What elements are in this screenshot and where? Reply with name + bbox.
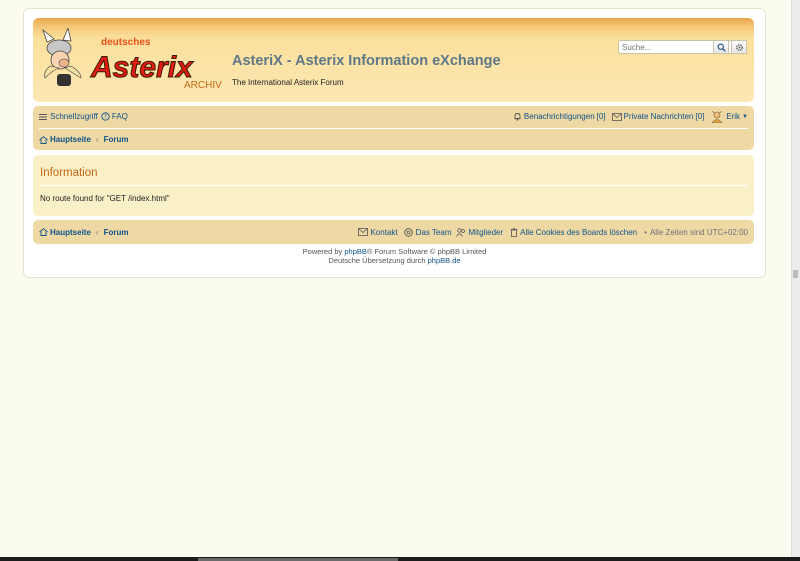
envelope-icon <box>611 112 622 121</box>
private-messages-count: [0] <box>695 112 705 121</box>
footer-breadcrumb-separator: ‹ <box>95 227 99 237</box>
help-icon: ? <box>101 112 110 121</box>
top-navbar: Schnellzugriff ? FAQ Benachrichtigungen … <box>33 106 754 150</box>
shield-icon <box>403 227 413 237</box>
site-title[interactable]: AsteriX - Asterix Information eXchange <box>232 53 501 69</box>
menu-icon <box>39 113 47 120</box>
site-header: deutsches Asterix ARCHIV AsteriX - Aster… <box>33 18 754 102</box>
contact-label: Kontakt <box>370 227 398 237</box>
timezone-bullet: • <box>644 227 647 237</box>
faq-label: FAQ <box>111 112 128 121</box>
quick-links-label: Schnellzugriff <box>50 112 98 121</box>
translation-line: Deutsche Übersetzung durch phpBB.de <box>24 256 765 265</box>
phpbb-link[interactable]: phpBB <box>344 247 367 256</box>
footer-breadcrumb-home[interactable]: Hauptseite <box>39 228 91 237</box>
advanced-search-button[interactable] <box>731 40 747 54</box>
svg-text:?: ? <box>104 114 107 121</box>
powered-by-prefix: Powered by <box>302 247 343 256</box>
breadcrumb-separator: ‹ <box>95 135 99 144</box>
vertical-scrollbar[interactable] <box>791 0 800 557</box>
powered-by-suffix: ® Forum Software © phpBB Limited <box>366 247 487 256</box>
faq-link[interactable]: ? FAQ <box>101 112 128 121</box>
site-description: The International Asterix Forum <box>232 78 344 87</box>
delete-cookies-label: Alle Cookies des Boards löschen <box>520 227 638 237</box>
quick-links-menu[interactable]: Schnellzugriff <box>39 112 98 121</box>
members-link[interactable]: Mitglieder <box>456 228 503 237</box>
members-label: Mitglieder <box>468 227 504 237</box>
breadcrumb-forum[interactable]: Forum <box>104 135 129 144</box>
footer-breadcrumb-forum[interactable]: Forum <box>104 228 129 237</box>
search-button[interactable] <box>713 40 729 54</box>
translation-prefix: Deutsche Übersetzung durch <box>328 256 426 265</box>
phpbb-de-link[interactable]: phpBB.de <box>428 256 461 265</box>
breadcrumb-home-label: Hauptseite <box>50 135 91 144</box>
bottom-bar <box>0 557 800 561</box>
username-label: Erik <box>726 112 741 121</box>
bell-icon <box>514 113 521 121</box>
notifications-link[interactable]: Benachrichtigungen [0] <box>513 112 606 121</box>
avatar <box>711 110 723 123</box>
team-link[interactable]: Das Team <box>403 227 452 237</box>
footer-breadcrumb-home-label: Hauptseite <box>50 227 91 237</box>
notifications-count: [0] <box>596 112 606 121</box>
contact-link[interactable]: Kontakt <box>358 227 398 237</box>
trash-icon <box>510 227 518 237</box>
private-messages-label: Private Nachrichten <box>623 112 694 121</box>
information-panel: Information No route found for "GET /ind… <box>33 155 754 216</box>
home-icon <box>39 135 48 144</box>
logo-tag-text: ARCHIV <box>184 80 222 91</box>
users-icon <box>456 227 466 237</box>
timezone-info: Alle Zeiten sind UTC+02:00 <box>649 227 748 237</box>
notifications-label: Benachrichtigungen <box>523 112 595 121</box>
error-message: No route found for "GET /index.html" <box>40 194 170 203</box>
team-label: Das Team <box>415 227 452 237</box>
user-menu[interactable]: Erik ▼ <box>710 110 748 123</box>
gear-icon <box>735 43 743 51</box>
footer-navbar: Hauptseite ‹ Forum Kontakt Das Team Mitg… <box>33 220 754 244</box>
private-messages-link[interactable]: Private Nachrichten [0] <box>611 112 705 121</box>
breadcrumb-home[interactable]: Hauptseite <box>39 135 91 144</box>
envelope-icon <box>358 228 369 236</box>
logo-big-text: Asterix <box>90 51 194 84</box>
chevron-down-icon: ▼ <box>742 113 748 120</box>
delete-cookies-link[interactable]: Alle Cookies des Boards löschen <box>510 228 637 237</box>
search-icon <box>717 43 726 52</box>
site-logo[interactable]: deutsches Asterix ARCHIV <box>41 28 225 92</box>
logo-small-text: deutsches <box>101 37 151 48</box>
copyright-line: Powered by phpBB® Forum Software © phpBB… <box>24 247 765 256</box>
scrollbar-thumb[interactable] <box>793 270 798 278</box>
page-wrapper: deutsches Asterix ARCHIV AsteriX - Aster… <box>23 8 766 278</box>
information-title: Information <box>40 167 748 186</box>
home-icon <box>39 228 48 236</box>
